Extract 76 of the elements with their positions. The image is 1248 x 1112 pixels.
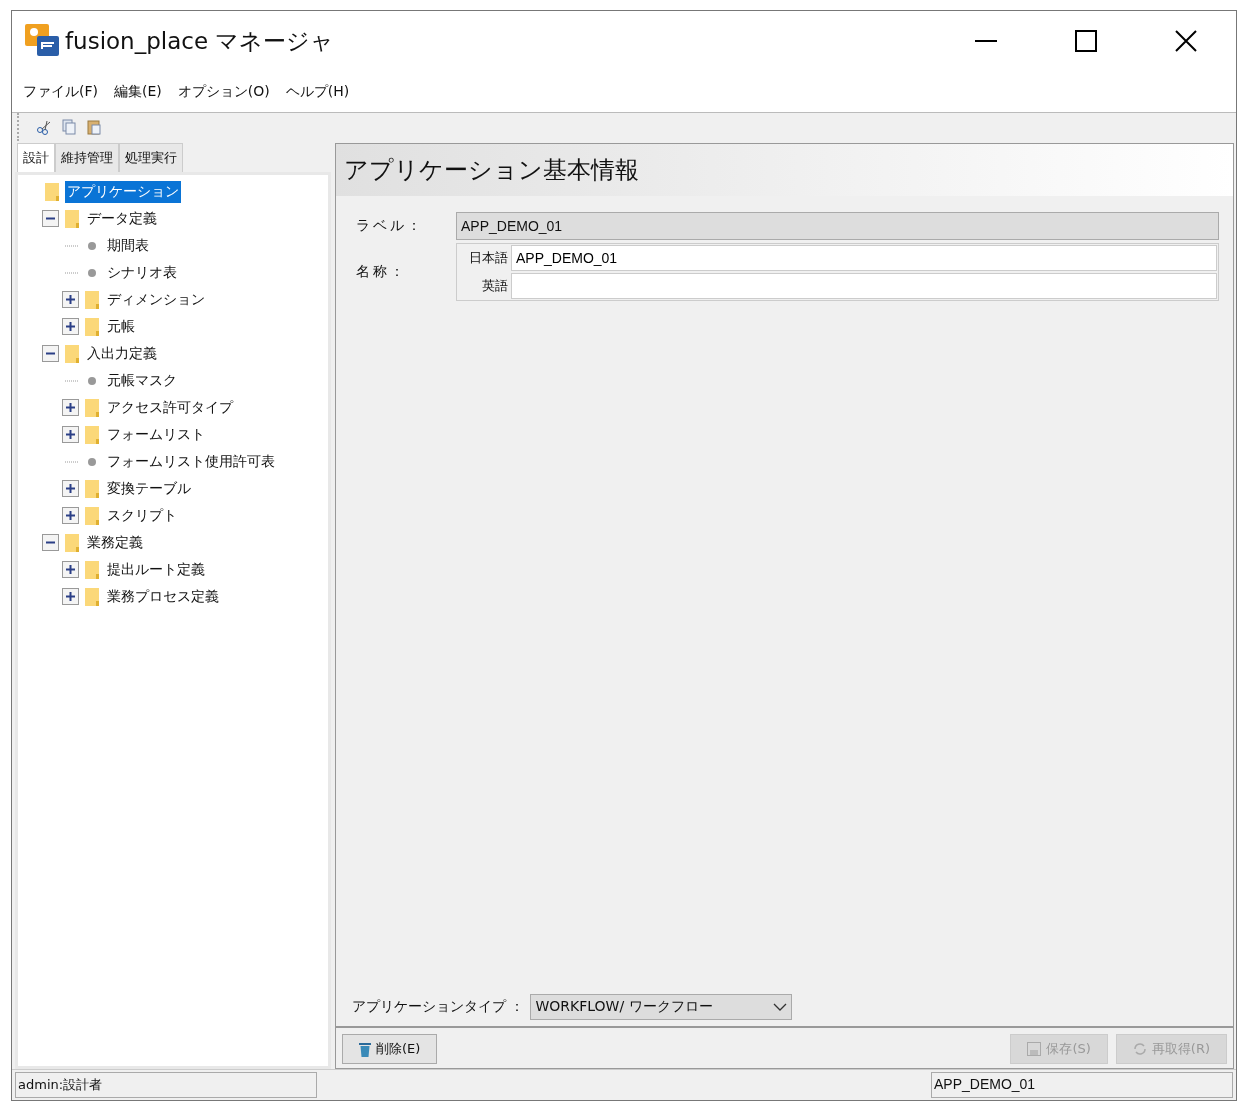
tree-item[interactable]: ディメンション [105,288,207,311]
field-label: 名称： [356,263,408,281]
connector-line [65,379,79,382]
expand-toggle-icon[interactable] [42,534,59,551]
name-input[interactable] [511,273,1217,299]
folder-icon [65,533,79,552]
status-user: admin:設計者 [15,1072,317,1098]
maximize-icon[interactable] [1074,29,1098,53]
tree-item[interactable]: アクセス許可タイプ [105,396,235,419]
bullet-icon [85,456,99,467]
tree-item[interactable]: シナリオ表 [105,261,179,284]
tree-item[interactable]: 期間表 [105,234,151,257]
menu-item[interactable]: ファイル(F) [23,82,98,101]
field-label: ラベル： [356,217,425,235]
connector-line [65,271,79,274]
tree-item[interactable]: 提出ルート定義 [105,558,207,581]
label-field: APP_DEMO_01 [456,212,1219,240]
bullet-icon [85,267,99,278]
tree-item[interactable]: データ定義 [85,207,159,230]
expand-toggle-icon[interactable] [62,399,79,416]
menu-item[interactable]: ヘルプ(H) [285,82,350,101]
expand-toggle-icon[interactable] [62,561,79,578]
expand-toggle-icon[interactable] [62,426,79,443]
tree-item[interactable]: フォームリスト [105,423,207,446]
tree-item[interactable]: 変換テーブル [105,477,193,500]
folder-icon [65,209,79,228]
tree-item[interactable]: 業務定義 [85,531,145,554]
cut-icon[interactable] [36,119,52,135]
expand-toggle-icon[interactable] [62,507,79,524]
floppy-icon [1027,1042,1042,1056]
expand-toggle-icon[interactable] [62,588,79,605]
trash-icon [359,1041,371,1057]
field-label: アプリケーションタイプ ： [352,998,525,1016]
folder-icon [85,587,99,606]
tree-item[interactable]: 業務プロセス定義 [105,585,221,608]
menu-item[interactable]: オプション(O) [177,82,270,101]
folder-icon [65,344,79,363]
status-application: APP_DEMO_01 [931,1072,1233,1098]
menu-item[interactable]: 編集(E) [114,82,162,101]
refresh-icon [1132,1042,1147,1056]
expand-toggle-icon[interactable] [62,291,79,308]
tree-item[interactable]: 元帳マスク [105,369,179,392]
tree-item[interactable]: フォームリスト使用許可表 [105,450,277,473]
tree-item[interactable]: 入出力定義 [85,342,159,365]
tree-item[interactable]: スクリプト [105,504,179,527]
app-logo-icon [25,24,61,58]
folder-icon [85,479,99,498]
window-title: fusion_place マネージャ [65,26,335,56]
expand-toggle-icon[interactable] [62,318,79,335]
language-label: 日本語 [468,249,509,267]
pane-tab[interactable]: 設計 [17,143,55,172]
pane-tab[interactable]: 処理実行 [119,143,183,172]
expand-toggle-icon[interactable] [42,345,59,362]
expand-toggle-icon[interactable] [62,480,79,497]
tree-item[interactable]: 元帳 [105,315,137,338]
delete-button[interactable]: 削除(E) [342,1034,438,1064]
folder-icon [85,560,99,579]
chevron-down-icon [773,1003,788,1011]
folder-icon [45,182,59,201]
folder-icon [85,317,99,336]
bullet-icon [85,375,99,386]
connector-line [65,460,79,463]
folder-icon [85,290,99,309]
connector-line [65,244,79,247]
tree-item[interactable]: アプリケーション [65,180,181,203]
panel-title: アプリケーション基本情報 [344,155,639,186]
language-label: 英語 [481,277,509,295]
close-icon[interactable] [1174,29,1198,53]
folder-icon [85,506,99,525]
bullet-icon [85,240,99,251]
folder-icon [85,398,99,417]
expand-toggle-icon[interactable] [42,210,59,227]
pane-tab[interactable]: 維持管理 [55,143,119,172]
folder-icon [85,425,99,444]
name-input[interactable]: APP_DEMO_01 [511,245,1217,271]
app-type-dropdown[interactable]: WORKFLOW/ ワークフロー [530,994,793,1020]
